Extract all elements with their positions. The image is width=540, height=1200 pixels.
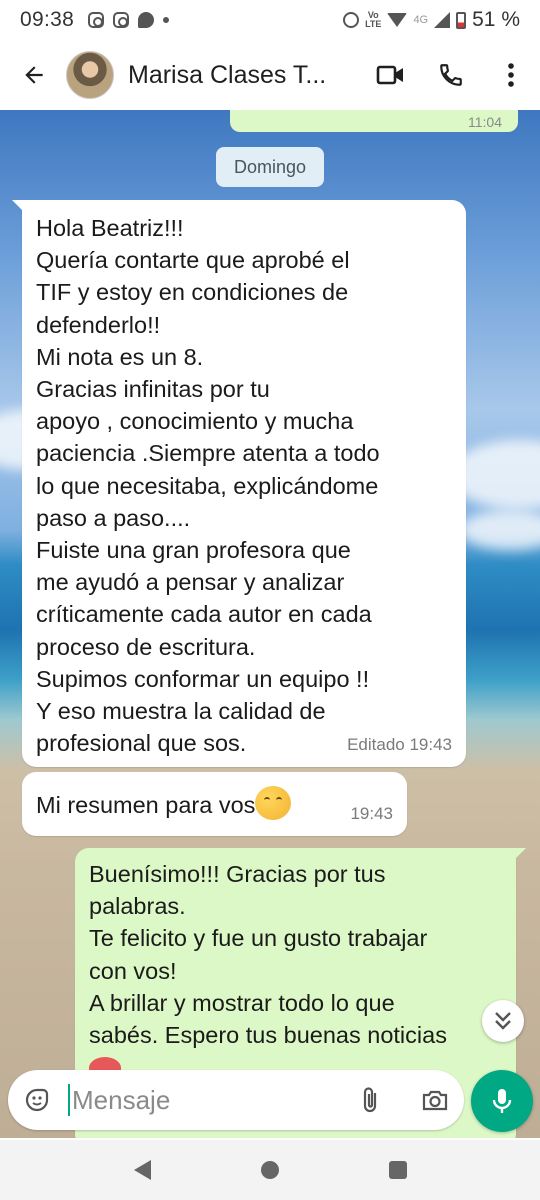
volte-label-bottom: LTE [365, 19, 382, 29]
scroll-to-bottom-button[interactable] [482, 1000, 524, 1042]
message-text-line: Gracias infinitas por tu [36, 376, 270, 403]
message-text-line: lo que necesitaba, explicándome [36, 472, 379, 499]
hugging-face-emoji-icon [255, 786, 292, 820]
message-text-line: Supimos conformar un equipo !! [36, 665, 370, 692]
composer-actions [356, 1085, 450, 1115]
more-options-icon [508, 63, 514, 87]
message-composer [8, 1070, 464, 1130]
status-indicators: Vo LTE 4G 51 % [343, 8, 520, 32]
message-text-line: paciencia .Siempre atenta a todo [36, 440, 380, 467]
nav-home-icon[interactable] [260, 1161, 279, 1179]
message-text: Mi resumen para vos [36, 792, 256, 818]
wifi-icon [387, 13, 408, 27]
chat-header: Marisa Clases T... [0, 40, 540, 110]
message-text-line: paso a paso.... [36, 504, 191, 531]
message-text-line: me ayudó a pensar y analizar [36, 569, 345, 596]
double-chevron-down-icon [495, 1012, 511, 1030]
signal-icon [434, 12, 451, 28]
message-text-line: TIF y estoy en condiciones de [36, 279, 349, 306]
previous-message-bubble[interactable]: 11:04 [230, 110, 518, 132]
message-text-line: con vos! [89, 957, 177, 984]
text-cursor [68, 1084, 70, 1116]
message-text-line: Mi nota es un 8. [36, 343, 204, 370]
video-call-button[interactable] [376, 60, 406, 90]
alarm-icon [343, 12, 360, 28]
camera-button[interactable] [420, 1085, 450, 1115]
message-text-line: Quería contarte que aprobé el [36, 247, 350, 274]
message-text-line: críticamente cada autor en cada [36, 601, 372, 628]
message-text-line: defenderlo!! [36, 311, 161, 338]
attach-button[interactable] [356, 1085, 386, 1115]
voice-message-button[interactable] [471, 1070, 533, 1132]
message-text-line: Buenísimo!!! Gracias por tus [89, 861, 386, 887]
more-options-button[interactable] [496, 60, 526, 90]
chat-area[interactable]: 11:04 Domingo Hola Beatriz!!! Quería con… [0, 110, 540, 1138]
message-time: 19:43 [350, 803, 393, 823]
system-navigation-bar [0, 1140, 540, 1200]
volte-icon: Vo LTE [365, 11, 381, 29]
contact-avatar[interactable] [66, 51, 114, 99]
camera-icon [422, 1090, 448, 1111]
message-text-line: proceso de escritura. [36, 633, 256, 660]
attach-icon [363, 1087, 377, 1113]
more-notifications-dot-icon [163, 17, 170, 23]
emoji-sticker-button[interactable] [22, 1085, 52, 1115]
message-text-line: Fuiste una gran profesora que [36, 537, 351, 564]
battery-icon [456, 11, 467, 29]
wallpaper-cloud [460, 510, 540, 550]
message-text-line: Te felicito y fue un gusto trabajar [89, 925, 428, 952]
mic-icon [492, 1089, 512, 1113]
voice-call-button[interactable] [436, 60, 466, 90]
network-type: 4G [413, 14, 429, 26]
message-time: Editado 19:43 [347, 734, 452, 754]
notification-app-icon [138, 12, 155, 28]
message-text-line: Y eso muestra la calidad de [36, 698, 326, 725]
incoming-message-bubble[interactable]: Mi resumen para vos 19:43 [22, 772, 407, 836]
header-actions [376, 60, 526, 90]
battery-percent: 51 % [472, 8, 520, 31]
message-input[interactable] [72, 1084, 332, 1116]
message-text-line: A brillar y mostrar todo lo que [89, 989, 395, 1016]
message-text-line: apoyo , conocimiento y mucha [36, 408, 354, 435]
contact-name[interactable]: Marisa Clases T... [128, 61, 326, 90]
back-arrow-icon [25, 66, 43, 84]
nav-recents-icon[interactable] [388, 1161, 407, 1179]
emoji-sticker-icon [25, 1088, 49, 1112]
date-separator: Domingo [216, 147, 324, 187]
status-time: 09:38 [20, 8, 75, 31]
notification-icons [88, 12, 170, 28]
message-text-line: palabras. [89, 893, 186, 920]
nav-back-icon[interactable] [133, 1160, 151, 1180]
phone-icon [440, 64, 462, 86]
message-text-line: sabés. Espero tus buenas noticias [89, 1022, 447, 1049]
back-button[interactable] [16, 57, 52, 93]
video-call-icon [376, 65, 403, 85]
instagram-icon [88, 12, 105, 28]
instagram-icon-2 [113, 12, 130, 28]
status-bar: 09:38 Vo LTE 4G 51 % [0, 0, 540, 40]
message-time: 11:04 [468, 114, 502, 130]
incoming-message-bubble[interactable]: Hola Beatriz!!! Quería contarte que apro… [12, 200, 466, 767]
message-text-line: Hola Beatriz!!! [36, 215, 184, 241]
